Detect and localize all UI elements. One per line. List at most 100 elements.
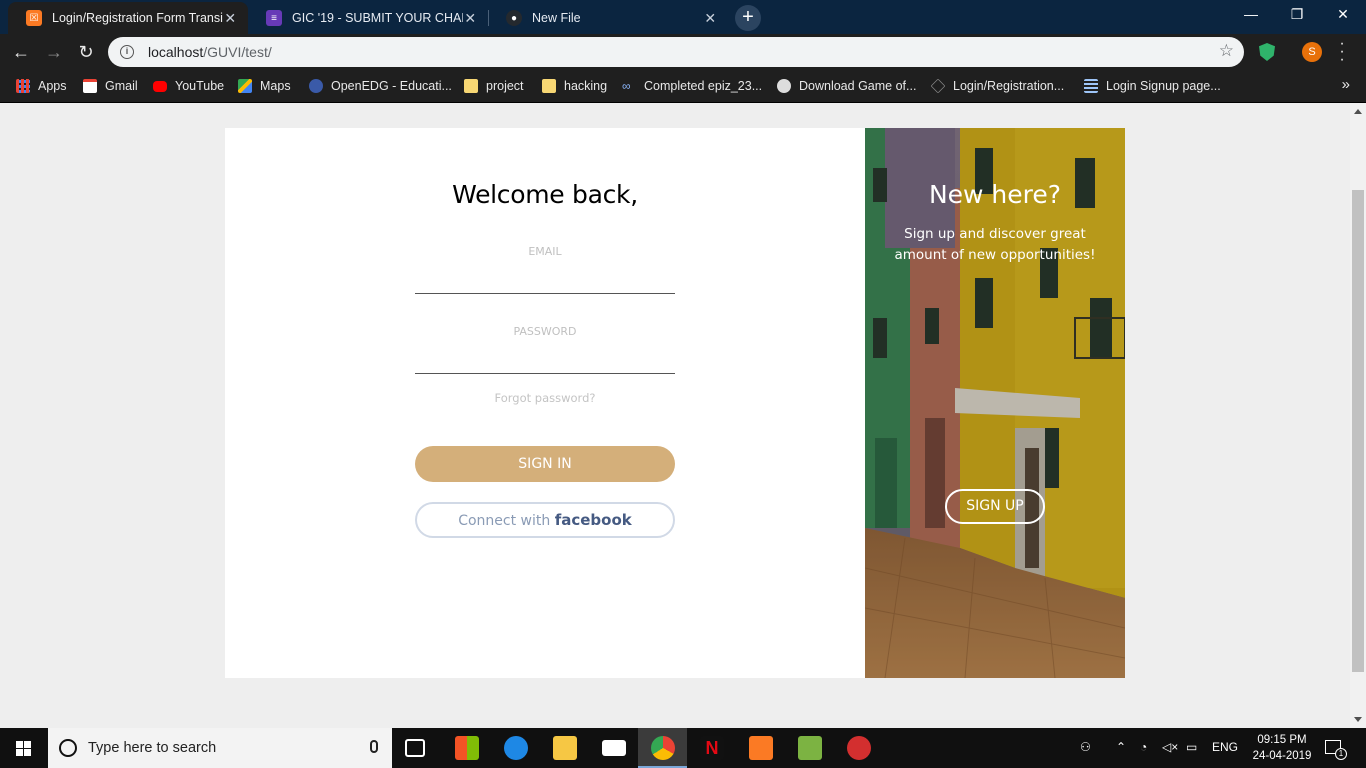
bookmark-login-signup[interactable]: Login Signup page... (1084, 77, 1221, 95)
back-button[interactable]: ← (8, 39, 34, 65)
youtube-icon (153, 80, 167, 92)
bookmark-label: Login Signup page... (1106, 79, 1221, 93)
page-icon (1084, 79, 1098, 93)
close-tab-icon[interactable]: ✕ (223, 10, 239, 27)
tab-new-file[interactable]: ● New File ✕ (488, 2, 728, 34)
signup-heading: New here? (928, 180, 1062, 209)
sign-up-button[interactable]: SIGN UP (945, 489, 1045, 524)
tab-title: GIC '19 - SUBMIT YOUR CHALLEN (292, 11, 463, 25)
bookmark-label: Download Game of... (799, 79, 917, 93)
bookmark-label: YouTube (175, 79, 225, 93)
facebook-connect-button[interactable]: Connect with facebook (415, 502, 675, 538)
minimize-button[interactable]: — (1228, 0, 1274, 30)
app-icon[interactable] (847, 736, 871, 760)
page-viewport: Welcome back, EMAIL PASSWORD Forgot pass… (0, 103, 1350, 728)
menu-kebab-icon[interactable]: · · · (1338, 36, 1346, 68)
browser-tab-strip: ☒ Login/Registration Form Transitio ✕ ≡ … (0, 0, 1366, 34)
bookmark-hacking[interactable]: hacking (542, 77, 607, 95)
notification-count: 1 (1335, 748, 1347, 760)
bookmark-label: Login/Registration... (953, 79, 1065, 93)
new-tab-button[interactable]: + (735, 5, 761, 31)
file-explorer-icon[interactable] (553, 736, 577, 760)
bookmarks-overflow-icon[interactable]: » (1342, 76, 1350, 93)
bookmark-apps[interactable]: Apps (16, 77, 67, 95)
sign-in-button[interactable]: SIGN IN (415, 446, 675, 482)
infinity-icon: ∞ (622, 79, 631, 93)
scrollbar-thumb[interactable] (1352, 190, 1364, 672)
windows-taskbar: Type here to search N ⚇ ⌃ ◔ ◁× ▭ ENG 09:… (0, 728, 1366, 768)
browser-toolbar: ← → ↻ i localhost/GUVI/test/ ☆ (0, 34, 1366, 70)
info-icon[interactable]: i (120, 45, 134, 59)
clock-time: 09:15 PM (1257, 734, 1307, 746)
password-label: PASSWORD (513, 325, 577, 338)
password-field[interactable] (415, 350, 675, 374)
page-scrollbar[interactable] (1350, 103, 1366, 728)
reload-button[interactable]: ↻ (73, 39, 99, 65)
tab-login-registration[interactable]: ☒ Login/Registration Form Transitio ✕ (8, 2, 248, 34)
email-field[interactable] (415, 270, 675, 294)
store-icon[interactable] (455, 736, 479, 760)
bookmark-label: hacking (564, 79, 608, 93)
bookmark-star-icon[interactable]: ☆ (1219, 41, 1234, 61)
forgot-password-link[interactable]: Forgot password? (415, 391, 675, 405)
gmail-icon (83, 79, 97, 93)
tab-title: Login/Registration Form Transitio (52, 11, 223, 25)
search-placeholder: Type here to search (88, 740, 217, 756)
task-view-icon[interactable] (405, 739, 425, 757)
windows-start-button[interactable] (0, 728, 48, 768)
close-tab-icon[interactable]: ✕ (463, 10, 479, 27)
netflix-icon[interactable]: N (700, 736, 724, 760)
cortana-icon (59, 739, 77, 757)
bookmark-gmail[interactable]: Gmail (83, 77, 138, 95)
action-center-icon[interactable]: 1 (1325, 740, 1347, 760)
close-tab-icon[interactable]: ✕ (703, 10, 719, 27)
auth-card: Welcome back, EMAIL PASSWORD Forgot pass… (225, 128, 1125, 678)
bookmark-youtube[interactable]: YouTube (153, 77, 224, 95)
clock-date: 24-04-2019 (1252, 750, 1312, 762)
signin-form: Welcome back, EMAIL PASSWORD Forgot pass… (225, 128, 865, 678)
address-bar[interactable]: i localhost/GUVI/test/ ☆ (108, 37, 1244, 67)
people-icon[interactable]: ⚇ (1080, 740, 1091, 754)
url-text: localhost/GUVI/test/ (148, 44, 272, 60)
bookmark-openedg[interactable]: OpenEDG - Educati... (309, 77, 452, 95)
folder-icon (542, 79, 556, 93)
bookmark-project[interactable]: project (464, 77, 524, 95)
codepen-icon (930, 78, 946, 94)
tab-gic-submit[interactable]: ≡ GIC '19 - SUBMIT YOUR CHALLEN ✕ (248, 2, 488, 34)
bookmark-download-game[interactable]: Download Game of... (777, 77, 916, 95)
scroll-up-icon[interactable] (1354, 109, 1362, 114)
battery-icon[interactable]: ▭ (1186, 740, 1197, 754)
close-window-button[interactable]: ✕ (1320, 0, 1366, 30)
signup-panel: New here? Sign up and discover great amo… (865, 128, 1125, 678)
chrome-icon[interactable] (651, 736, 675, 760)
facebook-connect-prefix: Connect with (458, 513, 555, 529)
profile-avatar[interactable]: S (1302, 42, 1322, 62)
edge-icon[interactable] (504, 736, 528, 760)
bookmark-label: project (486, 79, 524, 93)
bookmark-label: Maps (260, 79, 291, 93)
taskbar-search-box[interactable]: Type here to search (48, 728, 392, 768)
email-label: EMAIL (528, 245, 562, 258)
tray-chevron-icon[interactable]: ⌃ (1116, 740, 1126, 754)
bookmark-login-registration[interactable]: Login/Registration... (930, 77, 1065, 95)
apps-grid-icon (16, 79, 30, 93)
xampp-icon[interactable] (749, 736, 773, 760)
bookmark-maps[interactable]: Maps (238, 77, 291, 95)
microphone-icon[interactable] (370, 740, 378, 753)
form-icon: ≡ (266, 10, 282, 26)
maps-icon (238, 79, 252, 93)
mail-icon[interactable] (602, 740, 626, 756)
restore-button[interactable]: ❐ (1274, 0, 1320, 30)
network-icon[interactable]: ◔ (1140, 740, 1147, 754)
volume-muted-icon[interactable]: ◁× (1162, 740, 1178, 754)
tab-title: New File (532, 11, 581, 25)
bookmark-completed-epiz[interactable]: ∞ Completed epiz_23... (622, 77, 762, 95)
language-indicator[interactable]: ENG (1212, 740, 1238, 754)
bookmark-label: OpenEDG - Educati... (331, 79, 452, 93)
folder-icon (464, 79, 478, 93)
system-clock[interactable]: 09:15 PM 24-04-2019 (1252, 732, 1312, 764)
notepad-icon[interactable] (798, 736, 822, 760)
forward-button[interactable]: → (41, 39, 67, 65)
github-icon: ● (506, 10, 522, 26)
scroll-down-icon[interactable] (1354, 717, 1362, 722)
